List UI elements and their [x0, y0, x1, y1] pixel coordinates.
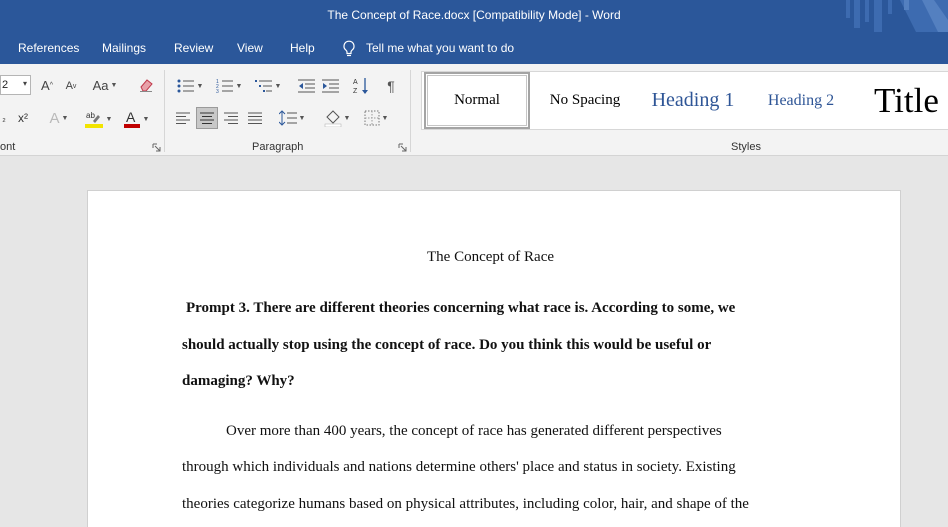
style-heading-1[interactable]: Heading 1	[640, 72, 746, 129]
tell-me-label: Tell me what you want to do	[366, 41, 515, 55]
align-left-icon	[176, 112, 190, 124]
multilevel-list-icon	[254, 80, 272, 92]
borders-icon	[364, 110, 380, 126]
grow-font-button[interactable]: A ^	[39, 76, 55, 94]
body-line: Over more than 400 years, the concept of…	[226, 423, 722, 439]
increase-indent-icon	[321, 79, 339, 92]
tab-review[interactable]: Review	[174, 41, 213, 55]
ribbon: 2 ▾ A ^ Av Aa ▼ ₂ x² A ▼ ab ▼ A ▼ ont ▼ 123…	[0, 64, 948, 156]
tab-view[interactable]: View	[237, 41, 263, 55]
style-normal-label: Normal	[454, 92, 500, 108]
justify-icon	[248, 112, 262, 124]
font-dialog-launcher-icon[interactable]	[152, 143, 161, 152]
paragraph-dialog-launcher-icon[interactable]	[398, 143, 407, 152]
styles-group-label: Styles	[731, 141, 761, 153]
style-no-spacing-label: No Spacing	[549, 92, 621, 108]
lightbulb-icon	[343, 40, 355, 56]
paint-bucket-icon	[324, 110, 341, 127]
prompt-line: should actually stop using the concept o…	[182, 337, 712, 353]
title-bar: The Concept of Race.docx [Compatibility …	[0, 0, 948, 32]
decrease-indent-icon	[297, 79, 315, 92]
decrease-indent-button[interactable]	[296, 76, 316, 96]
line-spacing-button[interactable]: ▼	[276, 108, 308, 128]
line-spacing-icon	[278, 110, 297, 126]
highlight-button[interactable]: ab ▼	[82, 108, 114, 130]
numbering-icon: 123	[216, 79, 233, 94]
svg-text:ab: ab	[86, 111, 95, 120]
sort-icon: AZ	[353, 78, 368, 95]
body-line: through which individuals and nations de…	[182, 459, 736, 475]
document-page[interactable]: The Concept of Race Prompt 3. There are …	[87, 190, 901, 527]
font-size-value: 2	[2, 79, 9, 91]
subscript-button[interactable]: ₂	[0, 109, 8, 127]
align-right-icon	[224, 112, 238, 124]
svg-text:3: 3	[216, 89, 219, 94]
prompt-line: damaging? Why?	[182, 373, 295, 389]
body-line: theories categorize humans based on phys…	[182, 496, 749, 512]
bullets-button[interactable]: ▼	[174, 76, 206, 96]
style-heading-2[interactable]: Heading 2	[748, 72, 854, 129]
tab-mailings[interactable]: Mailings	[102, 41, 146, 55]
svg-text:Z: Z	[353, 88, 358, 95]
style-heading-1-label: Heading 1	[651, 89, 735, 111]
tell-me-search[interactable]: Tell me what you want to do	[342, 38, 514, 58]
style-no-spacing[interactable]: No Spacing	[532, 72, 638, 129]
svg-text:A: A	[353, 79, 358, 86]
align-center-button[interactable]	[196, 107, 218, 129]
style-title-label: Title	[874, 80, 939, 120]
font-color-icon: A	[123, 109, 140, 128]
title-bar-pattern	[846, 0, 948, 32]
shrink-font-button[interactable]: Av	[63, 78, 79, 94]
change-case-button[interactable]: Aa ▼	[90, 76, 120, 94]
bullets-icon	[177, 79, 194, 93]
styles-gallery: Normal No Spacing Heading 1 Heading 2 Ti…	[421, 71, 948, 130]
ribbon-divider	[164, 70, 165, 152]
ribbon-divider	[410, 70, 411, 152]
highlighter-icon: ab	[84, 111, 103, 128]
increase-indent-button[interactable]	[320, 76, 340, 96]
superscript-button[interactable]: x²	[14, 109, 32, 127]
style-heading-2-label: Heading 2	[767, 91, 835, 109]
document-title: The Concept of Race	[427, 249, 555, 265]
style-normal[interactable]: Normal	[424, 72, 530, 129]
font-size-box[interactable]: 2 ▾	[0, 75, 31, 95]
tab-help[interactable]: Help	[290, 41, 315, 55]
numbering-button[interactable]: 1 2 3 ▼	[213, 76, 245, 96]
show-formatting-marks-button[interactable]: ¶	[383, 76, 399, 96]
sort-button[interactable]: AZ	[352, 76, 372, 96]
justify-button[interactable]	[246, 108, 264, 128]
multilevel-list-button[interactable]: ▼	[252, 76, 284, 96]
change-case-label: Aa	[92, 77, 109, 93]
tab-references[interactable]: References	[18, 41, 79, 55]
align-center-icon	[200, 112, 214, 124]
ribbon-tabs: References Mailings Review View Help Tel…	[0, 32, 948, 64]
font-color-button[interactable]: A ▼	[120, 108, 152, 130]
eraser-icon	[140, 79, 153, 92]
window-title: The Concept of Race.docx [Compatibility …	[327, 8, 621, 22]
paragraph-group-label: Paragraph	[252, 141, 304, 153]
align-right-button[interactable]	[222, 108, 240, 128]
prompt-line: Prompt 3. There are different theories c…	[186, 300, 736, 316]
clear-formatting-button[interactable]	[137, 76, 155, 94]
align-left-button[interactable]	[174, 108, 192, 128]
text-effects-button[interactable]: A ▼	[44, 108, 74, 128]
svg-text:A: A	[126, 109, 136, 125]
chevron-down-icon: ▾	[22, 79, 27, 88]
style-title[interactable]: Title	[862, 72, 948, 129]
shading-button[interactable]: ▼	[320, 108, 354, 128]
borders-button[interactable]: ▼	[360, 108, 392, 128]
font-group-label: ont	[0, 141, 16, 153]
